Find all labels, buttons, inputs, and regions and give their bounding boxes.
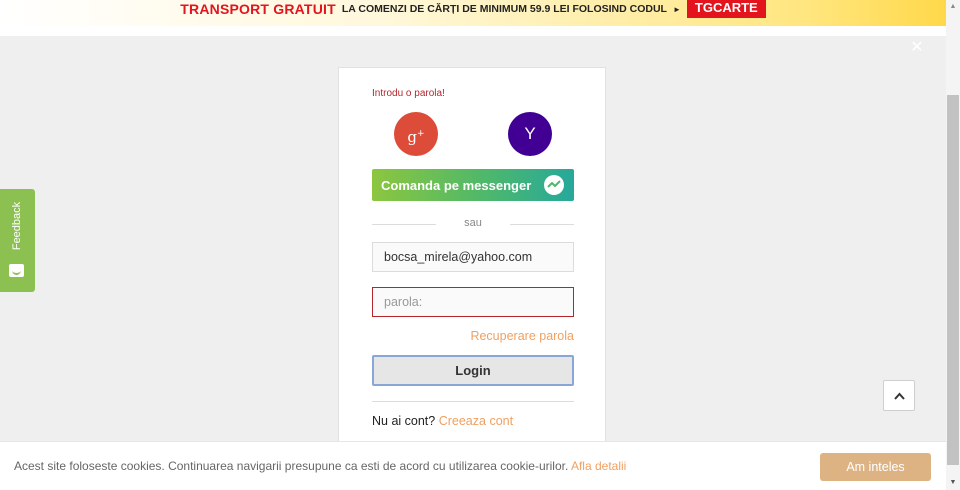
close-icon[interactable]: ✕ (909, 40, 925, 56)
divider-line (510, 224, 574, 225)
feedback-smile-icon (9, 264, 24, 277)
no-account-text: Nu ai cont? (372, 414, 436, 428)
promo-banner-area: TRANSPORT GRATUIT LA COMENZI DE CĂRȚI DE… (0, 0, 946, 36)
login-card: Introdu o parola! g+ Y Comanda pe messen… (338, 67, 606, 457)
scrollbar-thumb[interactable] (947, 95, 959, 465)
or-divider: sau (372, 217, 574, 231)
yahoo-icon: Y (524, 124, 536, 143)
password-field[interactable] (372, 287, 574, 317)
promo-text: LA COMENZI DE CĂRȚI DE MINIMUM 59.9 LEI … (341, 3, 667, 15)
cookie-accept-button[interactable]: Am inteles (820, 453, 931, 481)
google-login-button[interactable]: g+ (394, 112, 438, 156)
signup-prompt: Nu ai cont? Creeaza cont (372, 414, 513, 428)
chevron-up-icon (894, 392, 905, 400)
google-plus-icon: g+ (407, 128, 425, 146)
feedback-tab[interactable]: Feedback (0, 189, 35, 292)
password-error-message: Introdu o parola! (372, 88, 445, 99)
messenger-button-label: Comanda pe messenger (381, 178, 532, 193)
divider-line (372, 401, 574, 402)
cookie-text: Acest site foloseste cookies. Continuare… (14, 459, 569, 473)
promo-arrow-icon: ► (672, 4, 681, 14)
cookie-details-link[interactable]: Afla detalii (571, 459, 626, 473)
create-account-link[interactable]: Creeaza cont (439, 414, 513, 428)
cookie-message: Acest site foloseste cookies. Continuare… (14, 459, 626, 473)
yahoo-login-button[interactable]: Y (508, 112, 552, 156)
scroll-up-arrow-icon[interactable]: ▲ (946, 0, 960, 14)
messenger-order-button[interactable]: Comanda pe messenger (372, 169, 574, 201)
login-button[interactable]: Login (372, 355, 574, 386)
feedback-label: Feedback (11, 201, 23, 251)
promo-headline: TRANSPORT GRATUIT (180, 1, 336, 17)
back-to-top-button[interactable] (883, 380, 915, 411)
email-field[interactable] (372, 242, 574, 272)
scroll-down-arrow-icon[interactable]: ▼ (946, 476, 960, 490)
promo-code: TGCARTE (686, 0, 766, 18)
messenger-icon (544, 175, 564, 195)
recover-password-link[interactable]: Recuperare parola (372, 329, 574, 343)
promo-banner[interactable]: TRANSPORT GRATUIT LA COMENZI DE CĂRȚI DE… (0, 0, 946, 26)
divider-text: sau (464, 217, 482, 229)
cookie-consent-bar: Acest site foloseste cookies. Continuare… (0, 441, 946, 490)
